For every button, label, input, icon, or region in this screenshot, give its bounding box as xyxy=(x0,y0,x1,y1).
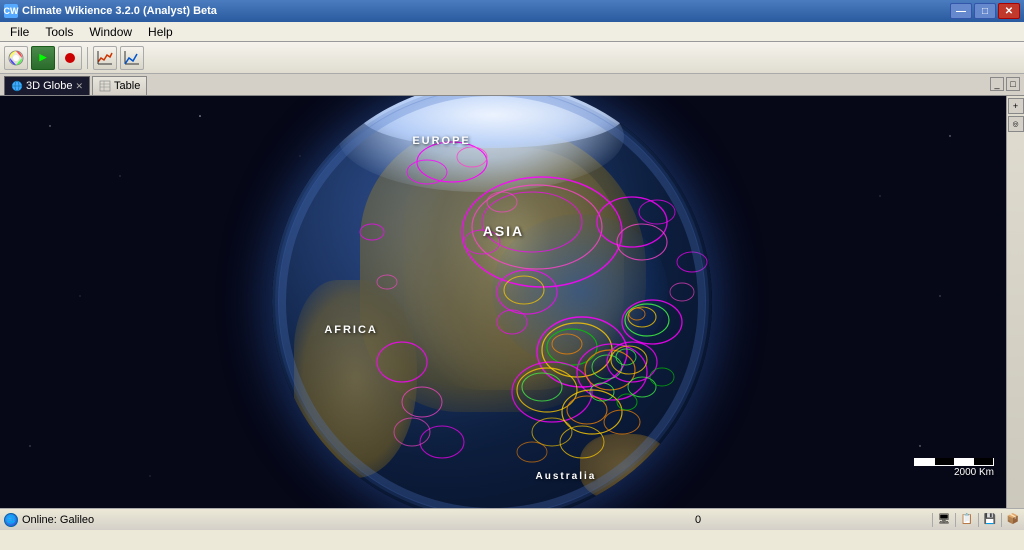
globe-container: EUROPE ASIA AFRICA Australia xyxy=(272,96,712,508)
tabbar: 3D Globe ✕ Table _ □ xyxy=(0,74,1024,96)
status-icon-2: 📋 xyxy=(960,513,974,527)
tab-table[interactable]: Table xyxy=(92,76,147,95)
minimize-button[interactable]: — xyxy=(950,3,972,19)
status-icon-3: 💾 xyxy=(983,513,997,527)
toolbar: ▶ xyxy=(0,42,1024,74)
scale-label: 2000 Km xyxy=(914,467,994,478)
globe-tab-icon xyxy=(11,80,23,92)
record-button[interactable] xyxy=(58,46,82,70)
tab-3d-globe[interactable]: 3D Globe ✕ xyxy=(4,76,90,95)
tab-3d-globe-close[interactable]: ✕ xyxy=(75,81,83,92)
status-left: 🌐 Online: Galileo xyxy=(4,513,464,527)
statusbar: 🌐 Online: Galileo 0 🖥 📋 💾 📦 xyxy=(0,508,1024,530)
tab-minimize-button[interactable]: _ xyxy=(990,77,1004,91)
side-btn-2[interactable]: ◎ xyxy=(1008,116,1024,132)
coordinate-value: 0 xyxy=(695,514,701,526)
tab-3d-globe-label: 3D Globe xyxy=(26,80,72,92)
side-btn-1[interactable]: + xyxy=(1008,98,1024,114)
globe[interactable]: EUROPE ASIA AFRICA Australia xyxy=(272,96,712,508)
status-right: 🖥 📋 💾 📦 xyxy=(932,513,1020,527)
online-status: Online: Galileo xyxy=(22,514,94,526)
tab-table-label: Table xyxy=(114,80,140,92)
color-wheel-button[interactable] xyxy=(4,46,28,70)
play-button[interactable]: ▶ xyxy=(31,46,55,70)
status-icon-1: 🖥 xyxy=(937,513,951,527)
window-controls: — □ ✕ xyxy=(950,3,1020,19)
table-tab-icon xyxy=(99,80,111,92)
menu-help[interactable]: Help xyxy=(140,24,181,40)
maximize-button[interactable]: □ xyxy=(974,3,996,19)
scale-bar: 2000 Km xyxy=(914,458,994,478)
menu-file[interactable]: File xyxy=(2,24,37,40)
line-chart-button[interactable] xyxy=(120,46,144,70)
status-globe-icon: 🌐 xyxy=(4,513,18,527)
close-button[interactable]: ✕ xyxy=(998,3,1020,19)
menu-tools[interactable]: Tools xyxy=(37,24,81,40)
status-center: 0 xyxy=(468,514,928,526)
tab-maximize-button[interactable]: □ xyxy=(1006,77,1020,91)
status-icon-4: 📦 xyxy=(1006,513,1020,527)
menu-window[interactable]: Window xyxy=(81,24,140,40)
menubar: File Tools Window Help xyxy=(0,22,1024,42)
app-icon: CW xyxy=(4,4,18,18)
side-panel: + ◎ xyxy=(1006,96,1024,508)
titlebar: CW Climate Wikience 3.2.0 (Analyst) Beta… xyxy=(0,0,1024,22)
main-content: EUROPE ASIA AFRICA Australia 2000 Km + ◎ xyxy=(0,96,1024,508)
tabbar-controls: _ □ xyxy=(990,77,1020,91)
window-title: Climate Wikience 3.2.0 (Analyst) Beta xyxy=(22,5,217,17)
chart-line-button[interactable] xyxy=(93,46,117,70)
